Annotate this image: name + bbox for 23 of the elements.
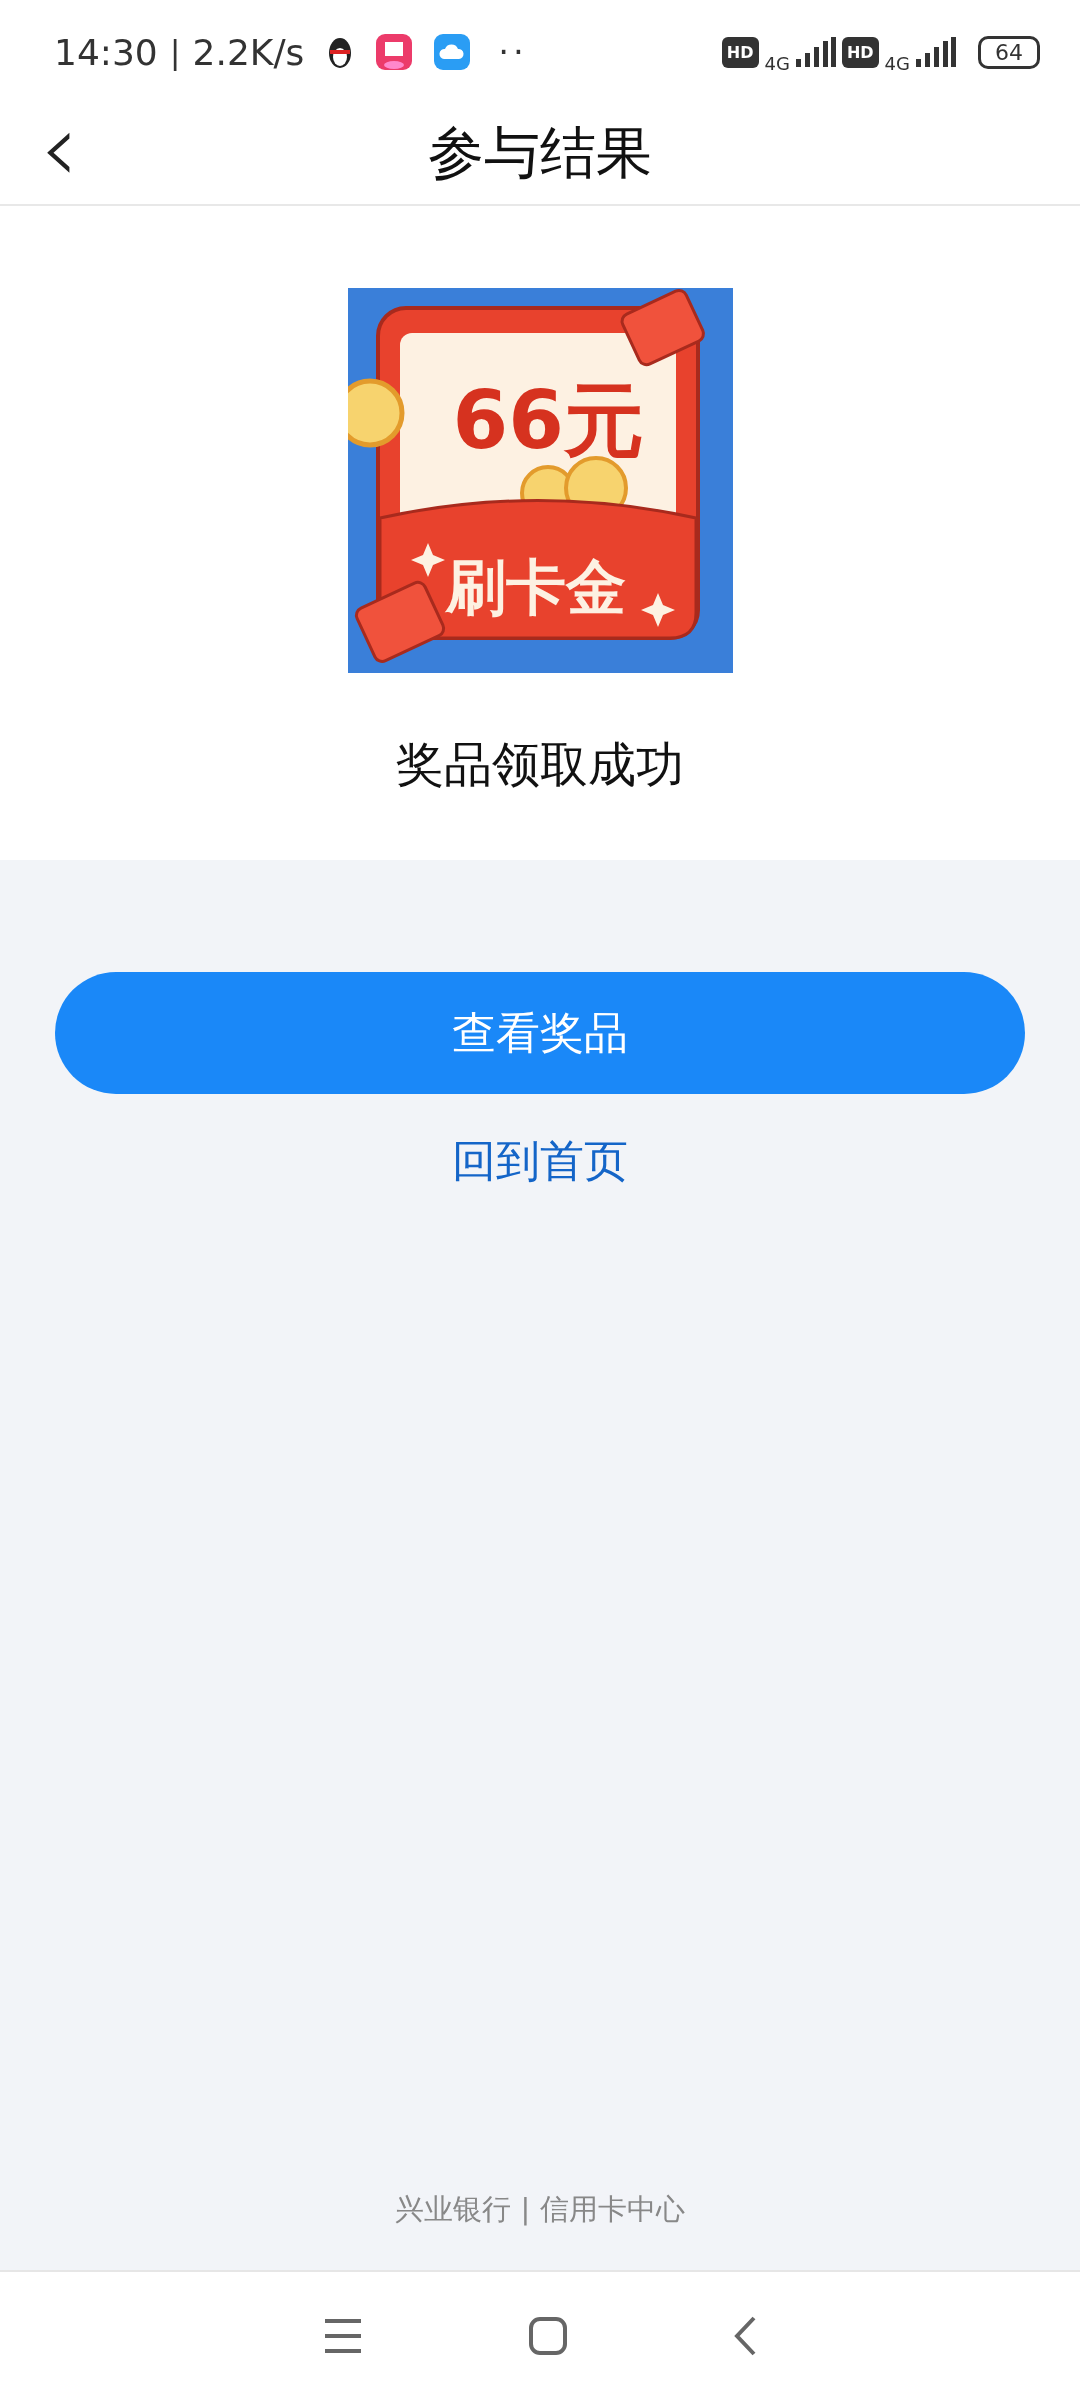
back-icon[interactable] [733, 2316, 758, 2356]
status-time: 14:30 [54, 31, 158, 73]
more-notifications: ·· [498, 32, 528, 72]
signal-icon [916, 37, 956, 67]
hd-badge: HD [721, 36, 759, 68]
menu-icon[interactable] [322, 2318, 363, 2354]
back-button[interactable]: ‹ [30, 108, 89, 188]
success-message: 奖品领取成功 [396, 735, 684, 794]
network-type: 4G [884, 52, 910, 74]
shop-app-icon [376, 34, 413, 70]
page-title: 参与结果 [428, 119, 652, 187]
cloud-app-icon [434, 34, 471, 70]
prize-image-drawing: 66元 刷卡金 [347, 288, 733, 673]
network-type: 4G [764, 52, 790, 74]
footer-text: 兴业银行 | 信用卡中心 [395, 2191, 685, 2228]
view-prize-button[interactable]: 查看奖品 [55, 972, 1025, 1094]
battery-indicator: 64 [978, 35, 1040, 69]
signal-icon [795, 37, 836, 67]
status-separator: | [169, 33, 181, 71]
network-speed: 2.2K/s [192, 31, 305, 73]
hd-badge: HD [841, 36, 879, 68]
home-icon[interactable] [528, 2316, 568, 2356]
home-link[interactable]: 回到首页 [452, 1132, 628, 1191]
